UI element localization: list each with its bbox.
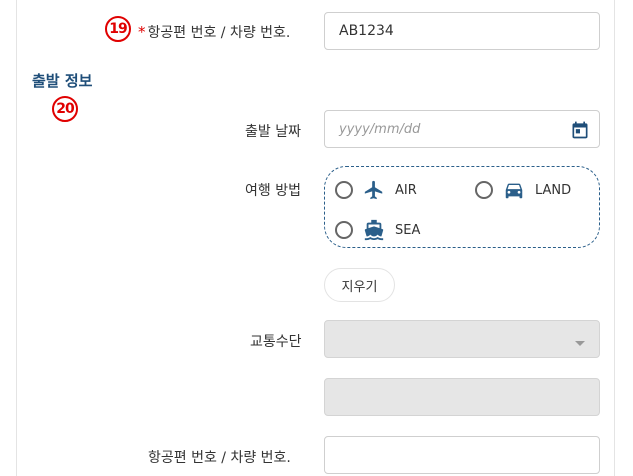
transport-detail-field <box>324 378 600 416</box>
section-title-departure-info: 출발 정보 <box>32 72 93 90</box>
flight-number-input[interactable]: AB1234 <box>324 12 600 50</box>
flight-number-2-input[interactable] <box>324 436 600 474</box>
calendar-icon[interactable] <box>570 120 590 144</box>
form-frame-right-border <box>614 0 615 476</box>
flight-number-label-text: 항공편 번호 / 차량 번호. <box>147 25 291 41</box>
radio-air[interactable] <box>335 181 353 199</box>
radio-option-sea[interactable]: SEA <box>335 219 420 241</box>
departure-date-placeholder: yyyy/mm/dd <box>339 121 421 137</box>
flight-number-value: AB1234 <box>339 23 394 39</box>
car-icon <box>503 179 525 201</box>
radio-option-air[interactable]: AIR <box>335 179 417 201</box>
form-frame-left-border <box>16 0 17 476</box>
travel-method-radio-group: AIR LAND SEA <box>324 166 600 248</box>
transport-select[interactable] <box>324 320 600 358</box>
radio-label-air: AIR <box>395 182 417 198</box>
departure-date-input[interactable]: yyyy/mm/dd <box>324 110 600 148</box>
airplane-icon <box>363 179 385 201</box>
required-mark: * <box>138 23 146 41</box>
flight-number-2-label: 항공편 번호 / 차량 번호. <box>148 450 291 466</box>
radio-label-sea: SEA <box>395 222 421 238</box>
transport-label: 교통수단 <box>250 334 302 350</box>
radio-option-land[interactable]: LAND <box>475 179 571 201</box>
radio-label-land: LAND <box>535 182 572 198</box>
ship-icon <box>363 219 385 241</box>
clear-button[interactable]: 지우기 <box>324 268 395 302</box>
radio-sea[interactable] <box>335 221 353 239</box>
flight-number-label: * 항공편 번호 / 차량 번호. <box>138 22 290 42</box>
travel-method-label: 여행 방법 <box>245 183 301 199</box>
annotation-marker-20: 20 <box>52 96 78 122</box>
departure-date-label: 출발 날짜 <box>245 124 301 140</box>
chevron-down-icon <box>575 341 585 346</box>
radio-land[interactable] <box>475 181 493 199</box>
annotation-marker-19: 19 <box>105 16 131 42</box>
